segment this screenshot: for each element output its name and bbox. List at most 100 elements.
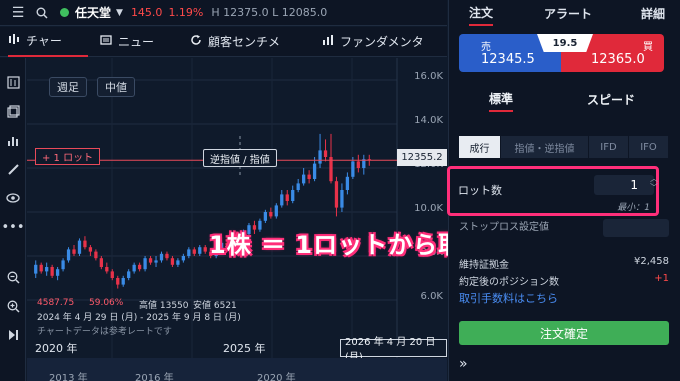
y-tick: 16.0K: [414, 71, 443, 82]
price-chart[interactable]: 週足 中値 16.0K 14.0K 12.0K 10.0K 8.0K 6.0K …: [27, 58, 447, 381]
order-type-ifo[interactable]: IFO: [629, 136, 669, 158]
candle-body: [181, 256, 186, 261]
layers-icon[interactable]: [5, 103, 21, 119]
candle-body: [39, 264, 43, 272]
candle-body: [187, 249, 191, 256]
zoom-out-icon[interactable]: [5, 269, 21, 285]
news-icon: [100, 34, 112, 49]
candle-body: [192, 249, 196, 254]
candle-body: [312, 163, 317, 179]
mode-standard[interactable]: 標準: [489, 86, 514, 112]
candle-body: [154, 260, 158, 263]
symbol-name[interactable]: 任天堂: [75, 4, 111, 21]
lot-stepper[interactable]: ︿ ﹀: [650, 174, 658, 192]
order-type-limit-stop[interactable]: 指値・逆指値: [501, 136, 589, 158]
candle-body: [291, 190, 295, 201]
current-price-label: 12355.2: [397, 149, 447, 166]
candle-body: [66, 249, 71, 261]
tab-fundamentals[interactable]: ファンダメンタ: [322, 27, 440, 57]
candle-body: [274, 205, 278, 217]
candle-body: [77, 240, 82, 254]
margin-row: 維持証拠金 ¥2,458: [459, 256, 669, 271]
tab-details[interactable]: 詳細: [641, 0, 665, 26]
order-panel: 注文 アラート 詳細 売 12345.5 買 12365.0 19.5 標準 ス…: [447, 0, 680, 381]
position-lot-label[interactable]: + 1 ロット: [35, 148, 101, 165]
collapse-panel-icon[interactable]: »: [459, 356, 468, 372]
lot-label: ロット数: [458, 184, 502, 197]
navigator-strip[interactable]: [27, 358, 447, 381]
chevron-up-icon[interactable]: ︿: [650, 174, 658, 183]
tab-label: ファンダメンタ: [340, 35, 424, 49]
confirm-order-button[interactable]: 注文確定: [459, 321, 669, 345]
candle-body: [307, 174, 311, 179]
candle-body: [110, 271, 114, 278]
order-type-market[interactable]: 成行: [459, 136, 501, 158]
candle-body: [116, 278, 120, 285]
stop-limit-order-button[interactable]: 逆指値 / 指値: [203, 149, 277, 167]
stat-percent: 59.06%: [89, 298, 124, 308]
chevron-down-icon[interactable]: ▼: [116, 8, 123, 18]
candle-body: [83, 240, 87, 248]
candle-body: [296, 183, 300, 190]
candle-body: [72, 249, 76, 254]
fundamentals-icon: [322, 34, 334, 49]
date-range: 2024 年 4 月 29 日 (月) - 2025 年 9 月 8 日 (月): [37, 313, 241, 323]
tab-order[interactable]: 注文: [469, 0, 494, 26]
candle-body: [127, 271, 131, 278]
tab-chart[interactable]: チャー: [8, 27, 88, 57]
fee-link[interactable]: 取引手数料はこちら: [459, 290, 558, 306]
zoom-in-icon[interactable]: [5, 298, 21, 314]
content-tabs: チャー ニュー 顧客センチメ ファンダメンタ: [0, 27, 447, 57]
x-axis-label: 2025 年: [223, 342, 266, 355]
chevron-down-icon[interactable]: ﹀: [650, 183, 658, 192]
indicator-icon[interactable]: [5, 132, 21, 148]
tab-label: ニュー: [118, 35, 155, 49]
tab-sentiment[interactable]: 顧客センチメ: [190, 27, 302, 57]
candle-body: [269, 212, 273, 217]
more-icon[interactable]: •••: [2, 219, 25, 235]
stop-loss-input[interactable]: [603, 219, 669, 237]
candle-body: [334, 181, 339, 208]
mode-speed[interactable]: スピード: [587, 86, 635, 112]
tab-alert[interactable]: アラート: [544, 0, 592, 26]
price-type-selector[interactable]: 中値: [97, 77, 135, 97]
order-type-ifd[interactable]: IFD: [589, 136, 629, 158]
search-icon[interactable]: [34, 5, 50, 21]
x-axis-label: 2020 年: [35, 342, 78, 355]
candle-body: [318, 150, 322, 164]
menu-icon[interactable]: ☰: [10, 5, 26, 21]
position-value: +1: [654, 273, 669, 284]
candle-body: [356, 161, 360, 168]
percent-change: 1.19%: [168, 6, 204, 19]
candle-body: [94, 251, 98, 259]
chart-bars-icon: [8, 33, 20, 48]
candle-body: [132, 264, 136, 272]
candles-icon[interactable]: [5, 74, 21, 90]
skip-end-icon[interactable]: [5, 327, 21, 343]
candle-body: [34, 264, 38, 274]
y-tick: 14.0K: [414, 115, 443, 126]
drawing-toolbar: •••: [0, 58, 26, 381]
buy-price: 12365.0: [591, 52, 645, 67]
candle-body: [45, 267, 49, 272]
margin-label: 維持証拠金: [459, 260, 509, 271]
navigator-label: 2016 年: [135, 373, 174, 381]
margin-value: ¥2,458: [634, 256, 669, 267]
candle-body: [176, 260, 180, 265]
lot-input[interactable]: 1: [594, 175, 654, 195]
navigator-label: 2013 年: [49, 373, 88, 381]
eye-icon[interactable]: [5, 190, 21, 206]
stop-loss-label: ストップロス設定値: [459, 222, 549, 233]
sentiment-icon: [190, 34, 202, 49]
candle-body: [148, 258, 153, 263]
period-selector[interactable]: 週足: [49, 77, 87, 97]
candle-body: [99, 258, 103, 267]
candle-body: [345, 176, 350, 190]
tab-news[interactable]: ニュー: [100, 27, 176, 57]
candle-body: [351, 161, 355, 177]
candle-body: [143, 258, 147, 270]
candle-body: [159, 253, 164, 261]
candle-body: [302, 174, 306, 184]
pencil-icon[interactable]: [5, 161, 21, 177]
candle-body: [340, 190, 344, 208]
